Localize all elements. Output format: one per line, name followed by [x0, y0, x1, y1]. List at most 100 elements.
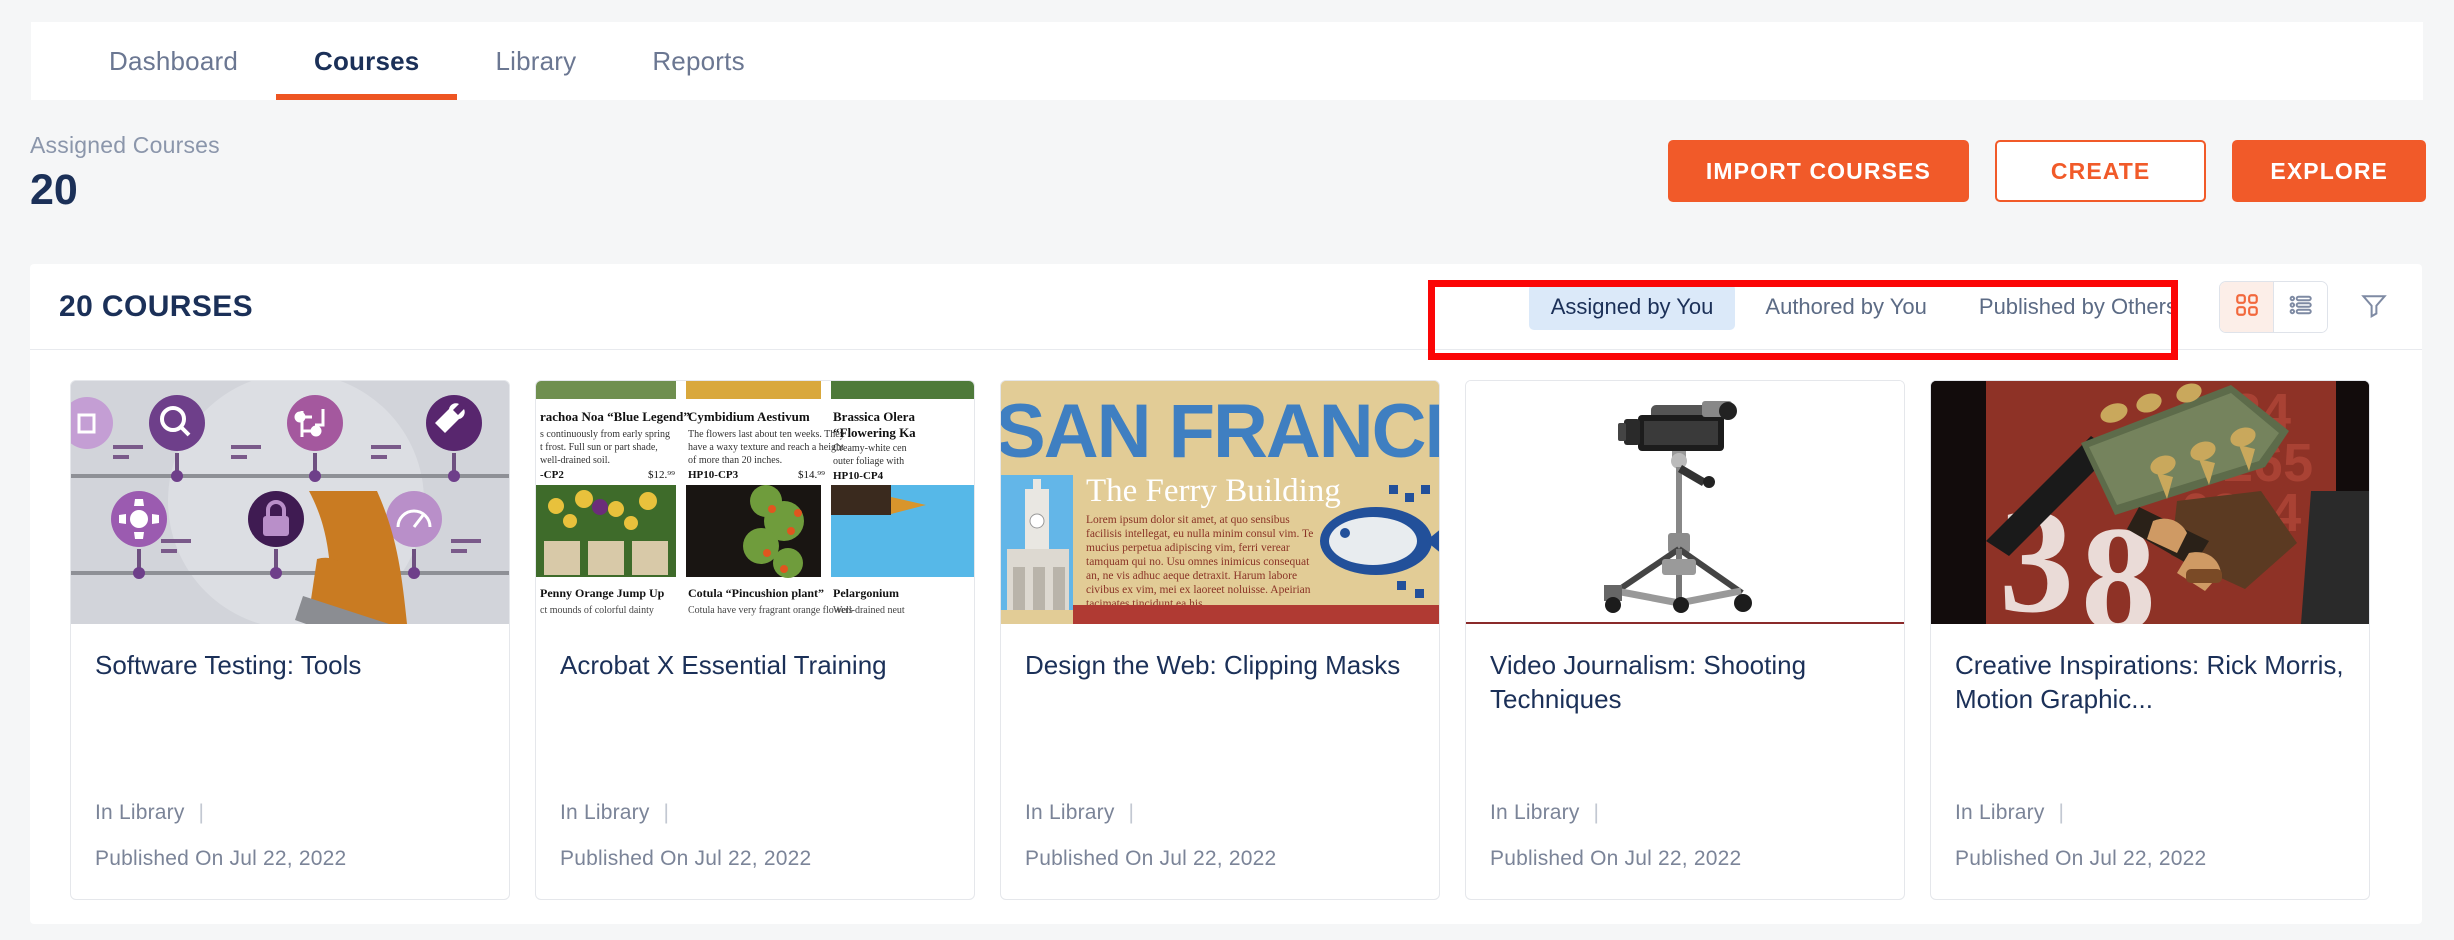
course-meta: In Library | Published On Jul 22, 2022: [95, 801, 485, 899]
course-status: In Library: [560, 801, 650, 824]
svg-text:Cymbidium Aestivum: Cymbidium Aestivum: [688, 409, 810, 424]
svg-text:have a waxy texture and reach: have a waxy texture and reach a height: [688, 442, 844, 453]
svg-text:of more than 20 inches.: of more than 20 inches.: [688, 455, 782, 466]
meta-divider: |: [1128, 801, 1135, 824]
panel-header-controls: Assigned by You Authored by You Publishe…: [1528, 264, 2400, 350]
course-published-date: Published On Jul 22, 2022: [1490, 847, 1742, 870]
meta-divider: |: [663, 801, 670, 824]
course-status-row: In Library |: [1955, 801, 2345, 825]
course-thumbnail-san-francisco: SAN FRANCISCO The Ferry Building Lorem i…: [1001, 381, 1439, 624]
tab-library[interactable]: Library: [457, 22, 614, 100]
meta-divider: |: [198, 801, 205, 824]
svg-text:outer foliage with: outer foliage with: [833, 456, 904, 467]
course-published-date: Published On Jul 22, 2022: [1955, 847, 2207, 870]
course-card-body: Video Journalism: Shooting Techniques In…: [1466, 624, 1904, 899]
svg-text:The Ferry Building: The Ferry Building: [1086, 473, 1341, 509]
svg-text:The flowers last about ten wee: The flowers last about ten weeks. They: [688, 429, 845, 440]
svg-text:ct mounds of colorful dainty: ct mounds of colorful dainty: [540, 605, 654, 616]
create-button[interactable]: CREATE: [1994, 140, 2207, 202]
assigned-courses-count: 20: [30, 166, 78, 214]
tab-dashboard[interactable]: Dashboard: [71, 22, 276, 100]
filter-assigned-by-you[interactable]: Assigned by You: [1528, 284, 1736, 330]
course-status: In Library: [1025, 801, 1115, 824]
svg-text:HP10-CP4: HP10-CP4: [833, 470, 884, 482]
course-card-body: Acrobat X Essential Training In Library |…: [536, 624, 974, 899]
assigned-courses-label: Assigned Courses: [30, 132, 220, 158]
filter-button[interactable]: [2348, 281, 2400, 333]
meta-divider: |: [2058, 801, 2065, 824]
tab-library-label: Library: [495, 45, 577, 76]
svg-text:mucius perpetua adipiscing vim: mucius perpetua adipiscing vim, ferri ve…: [1086, 542, 1290, 554]
course-title: Software Testing: Tools: [95, 650, 362, 680]
filter-published-by-others[interactable]: Published by Others: [1957, 284, 2199, 330]
course-thumbnail-video-camera: [1466, 381, 1904, 624]
assigned-courses-summary: Assigned Courses 20: [30, 132, 220, 212]
svg-text:$14.⁹⁹: $14.⁹⁹: [798, 469, 825, 481]
course-thumbnail-guitar: 242650894 3 8: [1931, 381, 2369, 624]
svg-text:tamquam qui no. Usu omnes inim: tamquam qui no. Usu omnes inimicus conse…: [1086, 556, 1310, 568]
svg-text:-CP2: -CP2: [540, 469, 564, 481]
svg-text:$12.⁹⁹: $12.⁹⁹: [648, 469, 675, 481]
course-thumbnail-plant-catalog: rachoa Noa “Blue Legend” s continuously …: [536, 381, 974, 624]
tab-courses-label: Courses: [314, 45, 420, 76]
course-meta: In Library | Published On Jul 22, 2022: [560, 801, 950, 899]
grid-icon: [2234, 292, 2260, 323]
course-status: In Library: [1955, 801, 2045, 824]
tab-reports[interactable]: Reports: [614, 22, 782, 100]
svg-text:“Flowering Ka: “Flowering Ka: [833, 425, 916, 440]
list-icon: [2288, 292, 2314, 323]
svg-text:an, ne vis adhuc aeque detraxi: an, ne vis adhuc aeque detraxit. Harum l…: [1086, 570, 1297, 582]
course-status-row: In Library |: [560, 801, 950, 825]
course-status-row: In Library |: [95, 801, 485, 825]
filter-assigned-by-you-label: Assigned by You: [1550, 294, 1714, 319]
course-card-body: Software Testing: Tools In Library | Publ…: [71, 624, 509, 899]
course-status: In Library: [1490, 801, 1580, 824]
course-card[interactable]: SAN FRANCISCO The Ferry Building Lorem i…: [1000, 380, 1440, 900]
course-published-date: Published On Jul 22, 2022: [95, 847, 347, 870]
svg-text:s continuously from early spri: s continuously from early spring: [540, 429, 670, 440]
course-meta: In Library | Published On Jul 22, 2022: [1490, 801, 1880, 899]
course-thumbnail-software-testing: [71, 381, 509, 624]
tab-dashboard-label: Dashboard: [109, 45, 238, 76]
course-status-row: In Library |: [1025, 801, 1415, 825]
list-view-button[interactable]: [2274, 282, 2327, 332]
svg-text:Cotula have very fragrant oran: Cotula have very fragrant orange flowers: [688, 605, 853, 616]
explore-button[interactable]: EXPLORE: [2232, 140, 2426, 202]
course-meta: In Library | Published On Jul 22, 2022: [1025, 801, 1415, 899]
filter-published-by-others-label: Published by Others: [1978, 294, 2177, 319]
page-action-buttons: IMPORT COURSES CREATE EXPLORE: [1667, 140, 2426, 202]
svg-text:Brassica Olera: Brassica Olera: [833, 409, 915, 424]
svg-text:SAN FRANCISCO: SAN FRANCISCO: [1001, 389, 1439, 474]
import-courses-button[interactable]: IMPORT COURSES: [1667, 140, 1969, 202]
svg-text:Well-drained neut: Well-drained neut: [833, 605, 905, 616]
filter-authored-by-you-label: Authored by You: [1765, 294, 1927, 319]
svg-text:rachoa Noa “Blue Legend”: rachoa Noa “Blue Legend”: [540, 409, 690, 424]
course-title: Acrobat X Essential Training: [560, 650, 887, 680]
tab-courses[interactable]: Courses: [276, 22, 458, 100]
filter-authored-by-you[interactable]: Authored by You: [1743, 284, 1948, 330]
main-tab-bar: Dashboard Courses Library Reports: [31, 22, 2423, 100]
course-card-body: Creative Inspirations: Rick Morris, Moti…: [1931, 624, 2369, 899]
course-card[interactable]: rachoa Noa “Blue Legend” s continuously …: [535, 380, 975, 900]
meta-divider: |: [1593, 801, 1600, 824]
svg-text:facilisis intellegat, eu nulla: facilisis intellegat, eu nulla minim con…: [1086, 528, 1313, 540]
course-status-row: In Library |: [1490, 801, 1880, 825]
svg-text:HP10-CP3: HP10-CP3: [688, 469, 739, 481]
course-card[interactable]: Software Testing: Tools In Library | Publ…: [70, 380, 510, 900]
course-card[interactable]: 242650894 3 8: [1930, 380, 2370, 900]
svg-text:Pelargonium: Pelargonium: [833, 586, 899, 600]
view-mode-toggle: [2219, 281, 2328, 333]
course-status: In Library: [95, 801, 185, 824]
courses-panel: 20 COURSES Assigned by You Authored by Y…: [30, 264, 2422, 924]
svg-text:well-drained soil.: well-drained soil.: [540, 455, 610, 466]
course-filter-tabs: Assigned by You Authored by You Publishe…: [1528, 284, 2199, 330]
svg-text:Penny Orange Jump Up: Penny Orange Jump Up: [540, 586, 665, 600]
course-card-body: Design the Web: Clipping Masks In Librar…: [1001, 624, 1439, 899]
tab-reports-label: Reports: [652, 45, 745, 76]
grid-view-button[interactable]: [2220, 282, 2273, 332]
course-title: Creative Inspirations: Rick Morris, Moti…: [1955, 650, 2344, 715]
svg-text:Lorem ipsum dolor sit amet, at: Lorem ipsum dolor sit amet, at quo sensi…: [1086, 514, 1290, 526]
course-card-grid: Software Testing: Tools In Library | Publ…: [30, 350, 2422, 900]
course-card[interactable]: Video Journalism: Shooting Techniques In…: [1465, 380, 1905, 900]
course-published-date: Published On Jul 22, 2022: [560, 847, 812, 870]
